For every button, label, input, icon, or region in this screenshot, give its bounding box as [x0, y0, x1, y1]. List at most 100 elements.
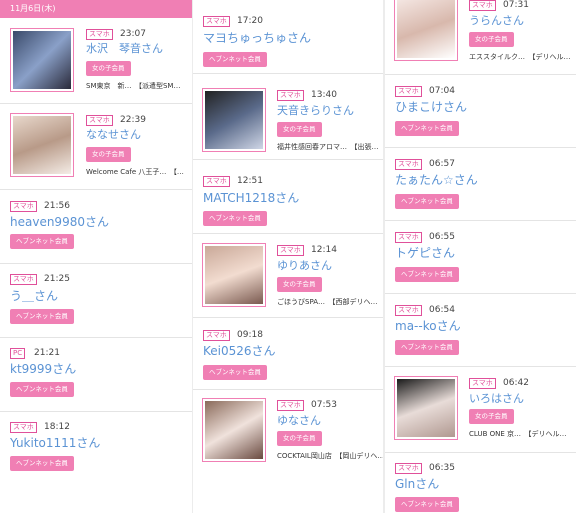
date-header: 11月6日(木): [0, 0, 192, 18]
member-type-button[interactable]: ヘブンネット会員: [10, 456, 74, 471]
visit-time: 22:39: [120, 115, 146, 125]
member-type-button[interactable]: ヘブンネット会員: [395, 194, 459, 209]
visitor-entry[interactable]: スマホ 17:20 マヨちゅっちゅさん ヘブンネット会員: [193, 0, 383, 74]
visit-time: 21:21: [34, 348, 60, 358]
member-type-button[interactable]: 女の子会員: [469, 409, 514, 424]
visit-time: 07:31: [503, 0, 529, 10]
visit-time: 12:51: [237, 176, 263, 186]
visitor-name[interactable]: Yukito1111さん: [10, 436, 100, 450]
member-type-button[interactable]: ヘブンネット会員: [395, 497, 459, 512]
visit-time: 09:18: [237, 330, 263, 340]
visitor-name[interactable]: マヨちゅっちゅさん: [203, 31, 311, 45]
device-badge: スマホ: [469, 378, 496, 389]
visitor-name[interactable]: Glnさん: [395, 477, 439, 491]
device-badge: スマホ: [10, 422, 37, 433]
visitor-entry[interactable]: スマホ 06:55 トゲピさん ヘブンネット会員: [385, 221, 576, 294]
profile-photo[interactable]: [202, 243, 266, 307]
device-badge: スマホ: [86, 115, 113, 126]
visitor-name[interactable]: heaven9980さん: [10, 215, 109, 229]
member-type-button[interactable]: 女の子会員: [86, 147, 131, 162]
visitor-entry[interactable]: スマホ 07:04 ひまこけさん ヘブンネット会員: [385, 75, 576, 148]
visitor-name[interactable]: ma--koさん: [395, 319, 461, 333]
visitor-entry[interactable]: スマホ 06:42 いろはさん 女の子会員 CLUB ONE 京… 【デリヘル…: [385, 367, 576, 453]
visitor-entry[interactable]: スマホ 22:39 ななせさん 女の子会員 Welcome Cafe 八王子… …: [0, 104, 192, 190]
visitor-name[interactable]: いろはさん: [469, 392, 524, 406]
device-badge: スマホ: [469, 0, 496, 11]
device-badge: スマホ: [277, 400, 304, 411]
visitor-entry[interactable]: スマホ 21:25 う＿さん ヘブンネット会員: [0, 264, 192, 338]
member-type-button[interactable]: 女の子会員: [469, 32, 514, 47]
visitor-name[interactable]: 天音きらりさん: [277, 104, 354, 118]
visitor-name[interactable]: ひまこけさん: [395, 100, 467, 114]
visitor-name[interactable]: MATCH1218さん: [203, 191, 299, 205]
profile-photo[interactable]: [202, 88, 266, 152]
visitor-column-2: スマホ 17:20 マヨちゅっちゅさん ヘブンネット会員 スマホ 13:40 天…: [193, 0, 383, 513]
shop-description[interactable]: Welcome Cafe 八王子… 【…: [86, 168, 184, 177]
visitor-entry[interactable]: スマホ 12:14 ゆりあさん 女の子会員 ごほうびSPA… 【西部デリヘ…: [193, 234, 383, 318]
member-type-button[interactable]: 女の子会員: [277, 431, 322, 446]
visitor-entry[interactable]: スマホ 07:53 ゆなさん 女の子会員 COCKTAIL岡山店 【岡山デリヘ…: [193, 390, 383, 490]
device-badge: スマホ: [203, 16, 230, 27]
member-type-button[interactable]: ヘブンネット会員: [203, 52, 267, 67]
visitor-column-3: スマホ 07:31 うらんさん 女の子会員 エススタイルク… 【デリヘル… スマ…: [385, 0, 576, 513]
member-type-button[interactable]: 女の子会員: [277, 122, 322, 137]
visitor-name[interactable]: ゆりあさん: [277, 259, 332, 273]
visitor-entry[interactable]: PC 21:21 kt9999さん ヘブンネット会員: [0, 338, 192, 412]
device-badge: スマホ: [86, 29, 113, 40]
visit-time: 07:53: [311, 400, 337, 410]
shop-description[interactable]: COCKTAIL岡山店 【岡山デリヘ…: [277, 452, 383, 461]
device-badge: スマホ: [395, 86, 422, 97]
device-badge: スマホ: [277, 245, 304, 256]
device-badge: スマホ: [203, 330, 230, 341]
visit-time: 13:40: [311, 90, 337, 100]
member-type-button[interactable]: ヘブンネット会員: [395, 267, 459, 282]
visitor-entry[interactable]: スマホ 09:18 Kei0526さん ヘブンネット会員: [193, 318, 383, 390]
device-badge: スマホ: [203, 176, 230, 187]
visitor-name[interactable]: 水沢 琴音さん: [86, 42, 163, 56]
visitor-entry[interactable]: スマホ 06:57 たぁたん☆さん ヘブンネット会員: [385, 148, 576, 221]
shop-description[interactable]: エススタイルク… 【デリヘル…: [469, 53, 571, 62]
visitor-entry[interactable]: スマホ 06:54 ma--koさん ヘブンネット会員: [385, 294, 576, 367]
visitor-entry[interactable]: スマホ 07:31 うらんさん 女の子会員 エススタイルク… 【デリヘル…: [385, 0, 576, 75]
member-type-button[interactable]: ヘブンネット会員: [10, 309, 74, 324]
visitor-name[interactable]: ゆなさん: [277, 414, 321, 428]
member-type-button[interactable]: 女の子会員: [86, 61, 131, 76]
visitor-entry[interactable]: スマホ 18:12 Yukito1111さん ヘブンネット会員: [0, 412, 192, 486]
visitor-name[interactable]: ななせさん: [86, 128, 141, 142]
profile-photo[interactable]: [10, 113, 74, 177]
visitor-entry[interactable]: スマホ 12:51 MATCH1218さん ヘブンネット会員: [193, 160, 383, 234]
member-type-button[interactable]: ヘブンネット会員: [395, 121, 459, 136]
visitor-name[interactable]: たぁたん☆さん: [395, 173, 478, 187]
visit-time: 12:14: [311, 245, 337, 255]
device-badge: スマホ: [395, 232, 422, 243]
visit-time: 21:56: [44, 201, 70, 211]
member-type-button[interactable]: ヘブンネット会員: [203, 365, 267, 380]
visitor-entry[interactable]: スマホ 13:40 天音きらりさん 女の子会員 福井性感回春アロマ… 【出張…: [193, 74, 383, 160]
device-badge: スマホ: [10, 201, 37, 212]
visit-time: 07:04: [429, 86, 455, 96]
profile-photo[interactable]: [10, 28, 74, 92]
visitor-entry[interactable]: スマホ 21:56 heaven9980さん ヘブンネット会員: [0, 190, 192, 264]
visitor-entry[interactable]: スマホ 06:35 Glnさん ヘブンネット会員: [385, 453, 576, 513]
visitor-entry[interactable]: スマホ 23:07 水沢 琴音さん 女の子会員 SM東京 新… 【派遣型SM…: [0, 18, 192, 104]
device-badge: スマホ: [395, 305, 422, 316]
shop-description[interactable]: CLUB ONE 京… 【デリヘル…: [469, 430, 566, 439]
profile-photo[interactable]: [394, 0, 458, 61]
visitor-name[interactable]: う＿さん: [10, 289, 58, 303]
profile-photo[interactable]: [202, 398, 266, 462]
shop-description[interactable]: SM東京 新… 【派遣型SM…: [86, 82, 180, 91]
member-type-button[interactable]: 女の子会員: [277, 277, 322, 292]
shop-description[interactable]: ごほうびSPA… 【西部デリヘ…: [277, 298, 378, 307]
profile-photo[interactable]: [394, 376, 458, 440]
visitor-name[interactable]: Kei0526さん: [203, 344, 276, 358]
member-type-button[interactable]: ヘブンネット会員: [10, 382, 74, 397]
shop-description[interactable]: 福井性感回春アロマ… 【出張…: [277, 143, 379, 152]
device-badge: スマホ: [277, 90, 304, 101]
visit-time: 18:12: [44, 422, 70, 432]
visitor-name[interactable]: トゲピさん: [395, 246, 455, 260]
member-type-button[interactable]: ヘブンネット会員: [203, 211, 267, 226]
visitor-name[interactable]: うらんさん: [469, 14, 524, 28]
member-type-button[interactable]: ヘブンネット会員: [395, 340, 459, 355]
visitor-name[interactable]: kt9999さん: [10, 362, 76, 376]
member-type-button[interactable]: ヘブンネット会員: [10, 234, 74, 249]
